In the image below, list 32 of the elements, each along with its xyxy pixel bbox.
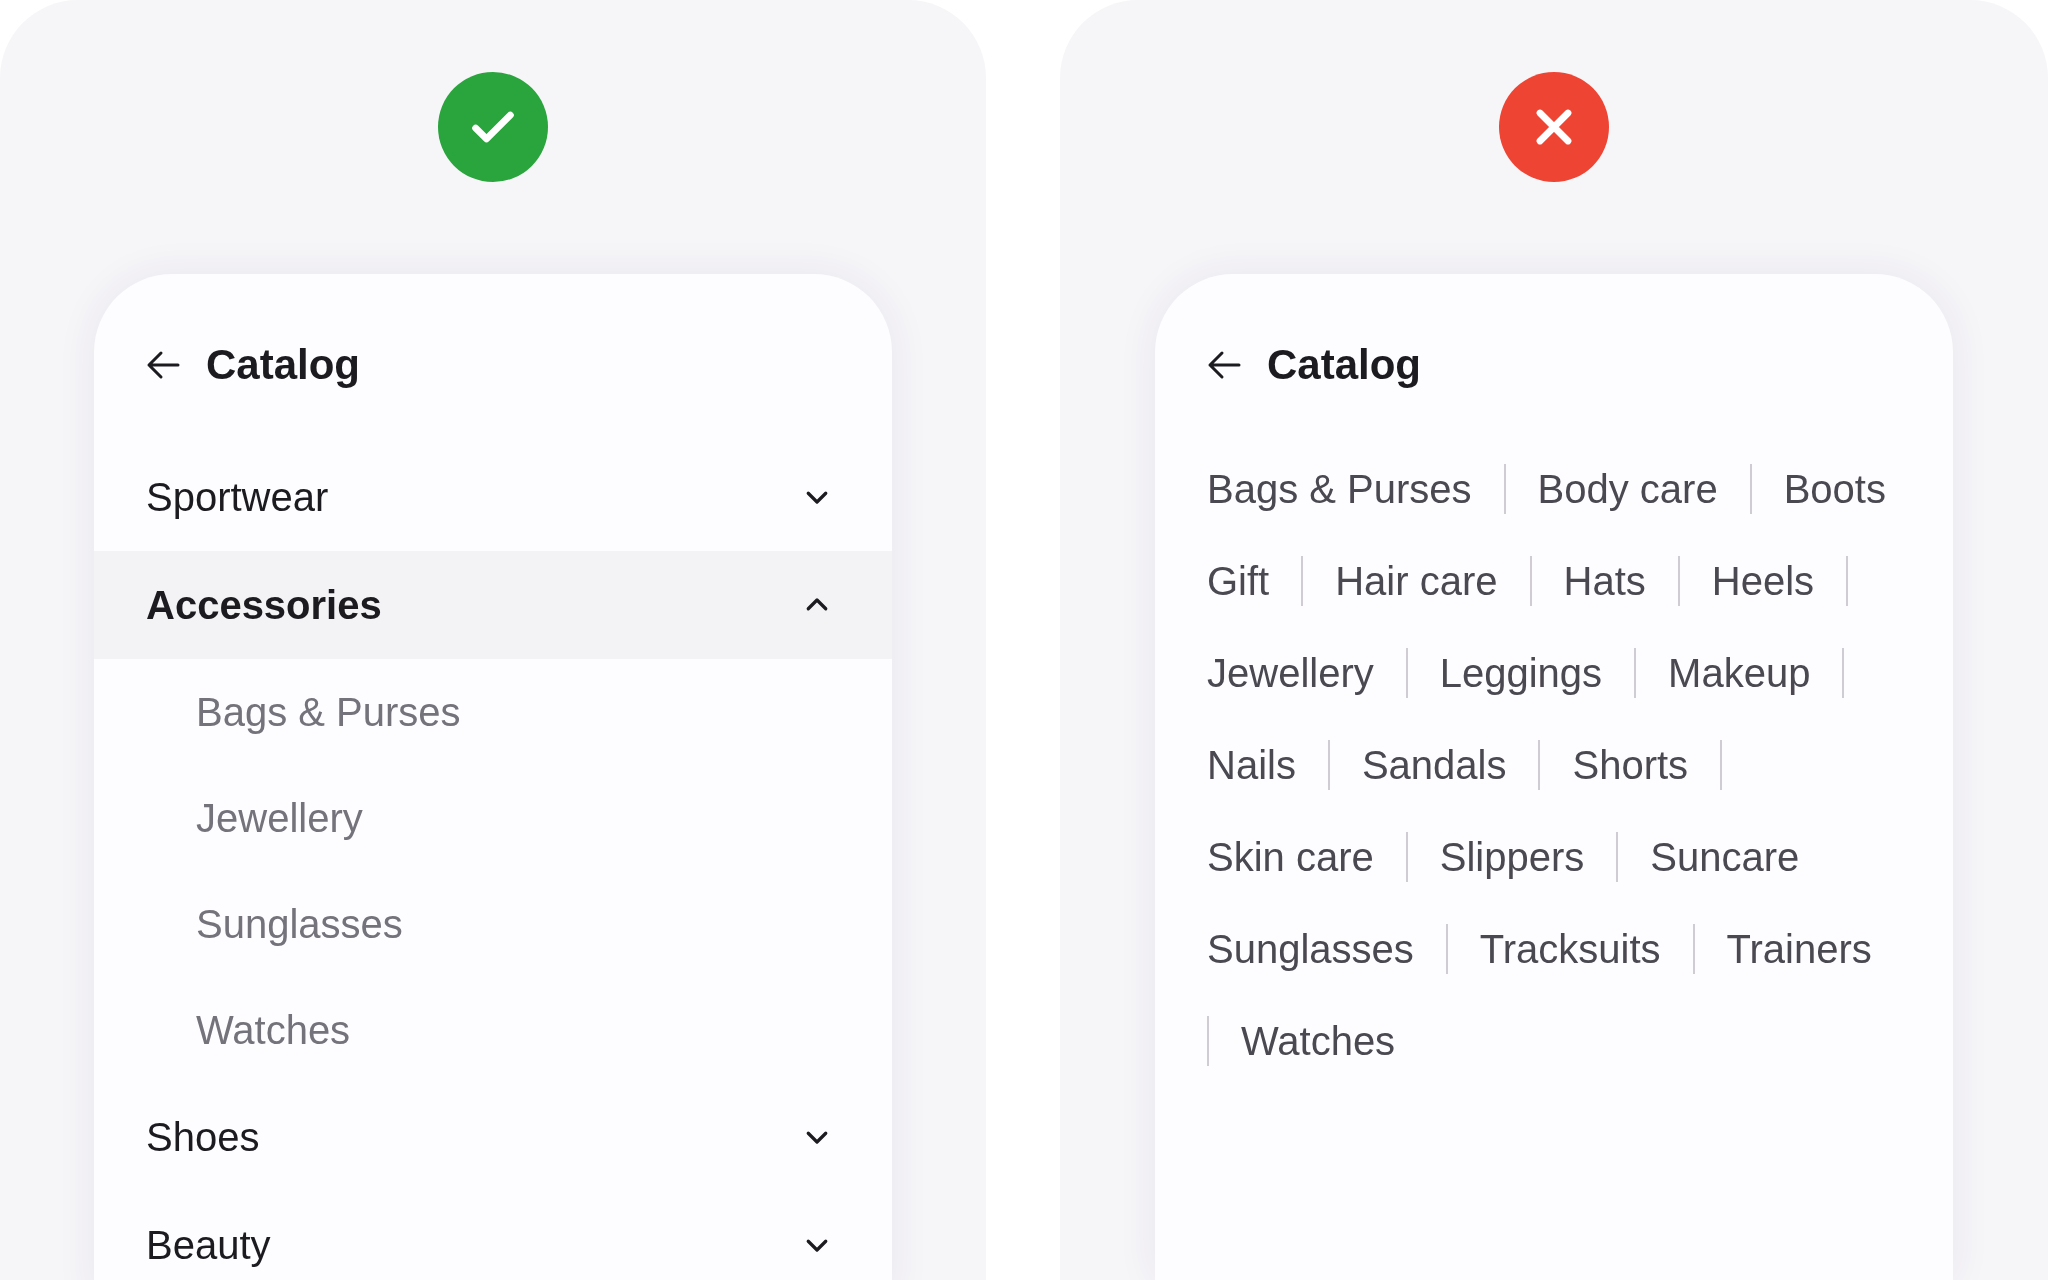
category-link[interactable]: Sunglasses xyxy=(1207,926,1414,972)
subcategory-link[interactable]: Sunglasses xyxy=(196,901,403,947)
category-row[interactable]: Accessories xyxy=(94,551,892,659)
category-link[interactable]: Hats xyxy=(1563,558,1646,604)
category-link[interactable]: Suncare xyxy=(1650,834,1800,880)
category-link[interactable]: Body care xyxy=(1537,466,1718,512)
category-link[interactable]: Jewellery xyxy=(1207,650,1374,696)
category-link[interactable]: Hair care xyxy=(1335,558,1498,604)
category-link[interactable]: Makeup xyxy=(1668,650,1811,696)
screen-title: Catalog xyxy=(206,341,360,389)
category-row[interactable]: Shoes xyxy=(94,1083,892,1191)
category-link[interactable]: Gift xyxy=(1207,558,1270,604)
category-link[interactable]: Bags & Purses xyxy=(1207,466,1472,512)
back-arrow-icon[interactable] xyxy=(1207,350,1241,380)
category-link[interactable]: Boots xyxy=(1783,466,1886,512)
category-link[interactable]: Tracksuits xyxy=(1479,926,1661,972)
category-row[interactable]: Beauty xyxy=(94,1191,892,1280)
category-link[interactable]: Leggings xyxy=(1439,650,1603,696)
category-link[interactable]: Shorts xyxy=(1572,742,1689,788)
category-link[interactable]: Nails xyxy=(1207,742,1296,788)
category-link[interactable]: Heels xyxy=(1711,558,1814,604)
category-row[interactable]: Sportwear xyxy=(94,443,892,551)
subcategory-link[interactable]: Bags & Purses xyxy=(196,689,461,735)
screen-title: Catalog xyxy=(1267,341,1421,389)
category-link[interactable]: Skin care xyxy=(1207,834,1374,880)
subcategory-link[interactable]: Jewellery xyxy=(196,795,363,841)
category-link[interactable]: Slippers xyxy=(1439,834,1585,880)
category-link[interactable]: Sandals xyxy=(1361,742,1507,788)
back-arrow-icon[interactable] xyxy=(146,350,180,380)
category-link[interactable]: Trainers xyxy=(1726,926,1872,972)
subcategory-link[interactable]: Watches xyxy=(196,1007,351,1053)
category-link[interactable]: Watches xyxy=(1241,1018,1396,1064)
